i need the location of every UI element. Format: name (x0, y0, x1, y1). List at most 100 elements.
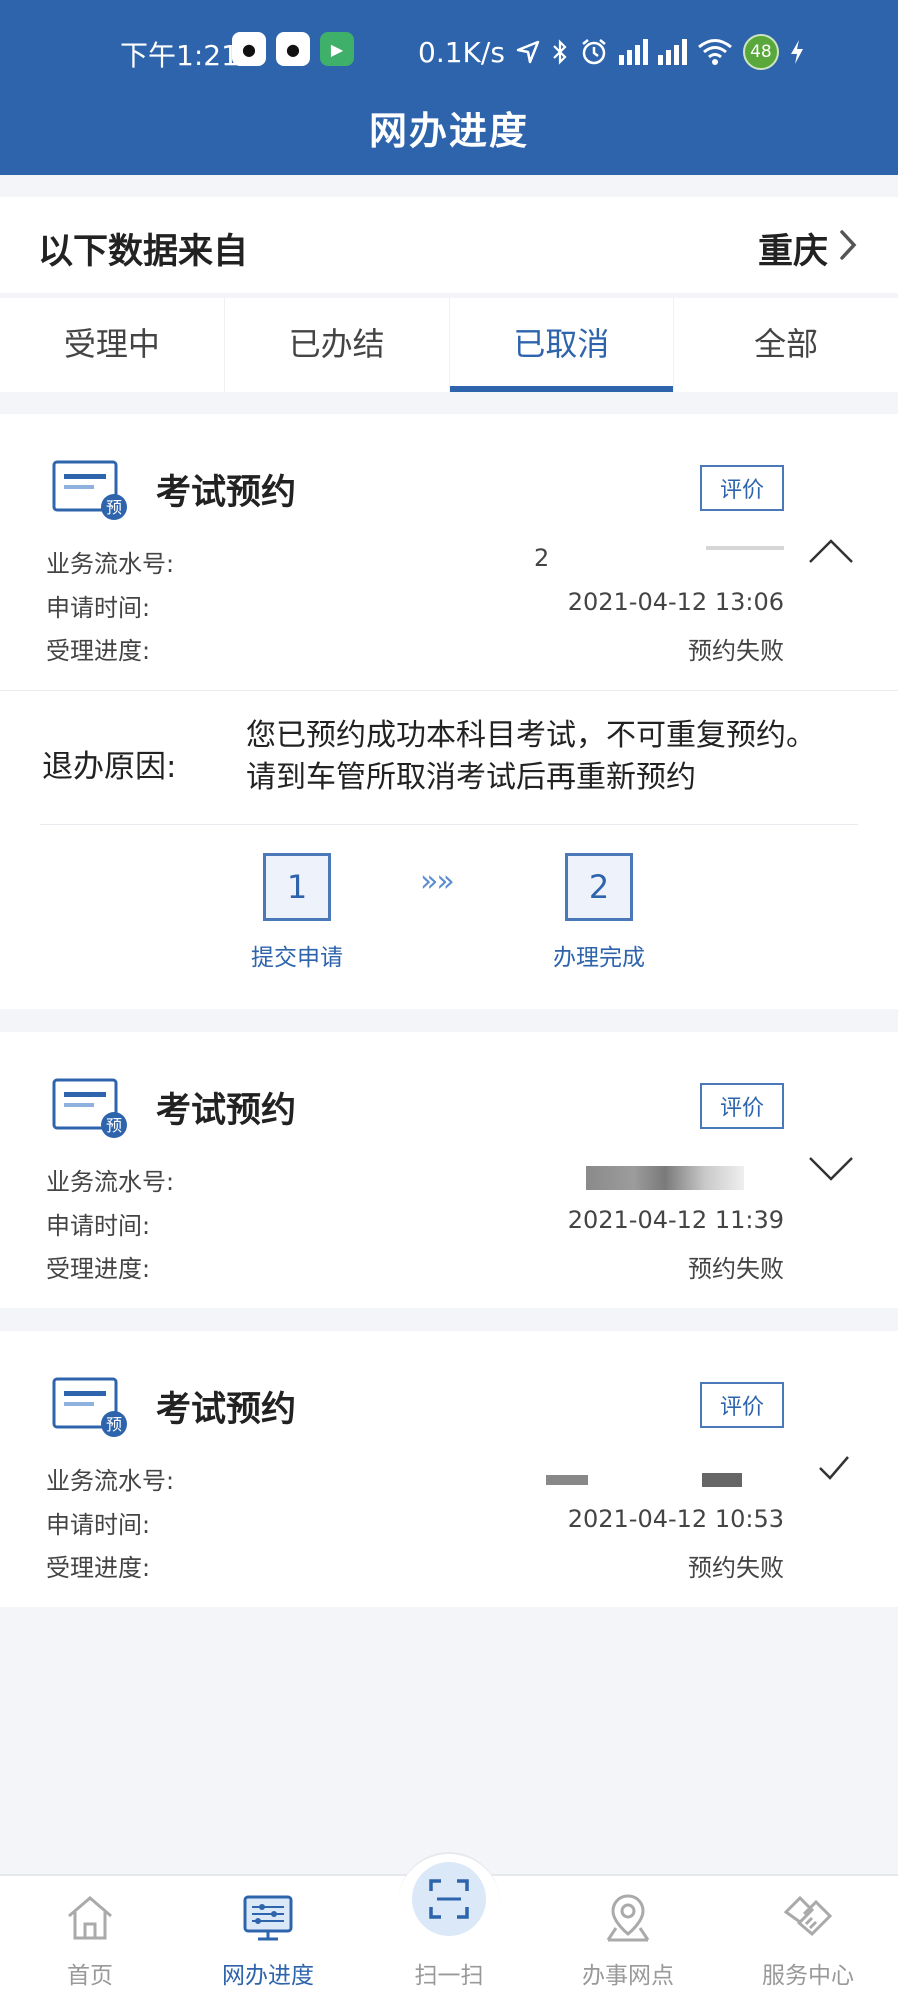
step-number: 1 (263, 853, 331, 921)
bluetooth-icon (553, 39, 567, 65)
reason-text: 您已预约成功本科目考试，不可重复预约。 请到车管所取消考试后再重新预约 (246, 715, 866, 799)
progress-value: 预约失败 (688, 1554, 784, 1582)
charging-icon (790, 40, 803, 64)
progress-label: 受理进度: (46, 1255, 151, 1283)
time-value: 2021-04-12 10:53 (567, 1505, 784, 1533)
booking-document-icon: 预 (52, 1078, 127, 1138)
progress-row: 受理进度: 预约失败 (46, 631, 784, 667)
chevron-right-icon (840, 230, 857, 260)
nav-service-center[interactable]: 服务中心 (738, 1876, 878, 1995)
nav-label: 扫一扫 (414, 1963, 484, 1989)
video-app-icon: ▶ (320, 32, 354, 66)
serial-label: 业务流水号: (46, 1467, 175, 1495)
serial-label: 业务流水号: (46, 1168, 175, 1196)
step-number: 2 (565, 853, 633, 921)
time-label: 申请时间: (46, 1511, 151, 1539)
time-value: 2021-04-12 11:39 (567, 1206, 784, 1234)
chevron-down-icon[interactable] (808, 1154, 854, 1184)
status-tabs: 受理中 已办结 已取消 全部 (0, 298, 898, 392)
tab-cancelled[interactable]: 已取消 (449, 298, 675, 392)
home-icon (68, 1896, 112, 1940)
monitor-icon (243, 1895, 293, 1941)
record-title: 考试预约 (156, 1091, 297, 1131)
rate-button[interactable]: 评价 (700, 465, 784, 511)
rate-button[interactable]: 评价 (700, 1382, 784, 1428)
step-label: 提交申请 (251, 945, 343, 971)
reason-line: 您已预约成功本科目考试，不可重复预约。 (246, 718, 816, 753)
nav-label: 首页 (67, 1963, 113, 1989)
progress-value: 预约失败 (688, 637, 784, 665)
time-row: 申请时间: 2021-04-12 10:53 (46, 1505, 784, 1541)
progress-label: 受理进度: (46, 1554, 151, 1582)
booking-badge: 预 (106, 1116, 122, 1135)
wifi-icon (697, 39, 732, 65)
status-bar: 下午1:21 ● ● ▶ 0.1K/s 48 (0, 28, 898, 72)
progress-label: 受理进度: (46, 637, 151, 665)
record-title: 考试预约 (156, 1390, 297, 1430)
alarm-icon (582, 39, 606, 65)
redacted-serial (546, 1475, 588, 1485)
booking-badge: 预 (106, 1415, 122, 1434)
serial-label: 业务流水号: (46, 550, 175, 578)
chevron-up-icon[interactable] (808, 536, 854, 566)
status-app-icons: ● ● ▶ (232, 32, 354, 66)
progress-value: 预约失败 (688, 1255, 784, 1283)
time-label: 申请时间: (46, 594, 151, 622)
nav-home[interactable]: 首页 (20, 1876, 160, 1995)
signal-icon (657, 39, 687, 65)
status-time: 下午1:21 (120, 39, 239, 72)
bottom-navigation: 首页 网办进度 扫一扫 办事网点 服务中心 (0, 1852, 898, 1995)
double-chevron-icon: »» (420, 864, 455, 899)
nav-label: 服务中心 (762, 1963, 854, 1989)
signal-icon (618, 39, 648, 65)
region-label: 以下数据来自 (38, 232, 249, 272)
reason-label: 退办原因: (42, 749, 177, 785)
page-title: 网办进度 (368, 109, 529, 153)
nav-scan[interactable]: 扫一扫 (379, 1876, 519, 1995)
nav-label: 办事网点 (582, 1963, 674, 1989)
nav-progress[interactable]: 网办进度 (198, 1876, 338, 1995)
region-selector[interactable]: 以下数据来自 重庆 (0, 197, 898, 293)
divider (40, 824, 858, 825)
app-header: 下午1:21 ● ● ▶ 0.1K/s 48 网办进度 (0, 0, 898, 175)
serial-row: 业务流水号: 2 (46, 544, 784, 580)
divider (0, 690, 898, 691)
status-indicators: 0.1K/s 48 (418, 34, 805, 70)
progress-row: 受理进度: 预约失败 (46, 1249, 784, 1285)
service-icon (783, 1895, 833, 1937)
serial-row: 业务流水号: (46, 1162, 784, 1198)
redacted-serial (702, 1473, 742, 1487)
serial-row: 业务流水号: (46, 1461, 784, 1497)
booking-document-icon: 预 (52, 1377, 127, 1437)
booking-document-icon: 预 (52, 460, 127, 520)
record-card: 预 考试预约 评价 业务流水号: 2 申请时间: 2021-04-12 13:0… (0, 414, 898, 1009)
battery-icon: 48 (742, 34, 779, 70)
net-speed: 0.1K/s (418, 35, 505, 69)
time-row: 申请时间: 2021-04-12 11:39 (46, 1206, 784, 1242)
tab-completed[interactable]: 已办结 (225, 298, 450, 392)
region-city[interactable]: 重庆 (758, 223, 828, 274)
time-label: 申请时间: (46, 1212, 151, 1240)
serial-value: 2 (534, 544, 550, 572)
record-title: 考试预约 (156, 473, 297, 513)
reason-line: 请到车管所取消考试后再重新预约 (246, 760, 696, 795)
redacted-serial (586, 1166, 744, 1190)
qq-icon: ● (232, 32, 266, 66)
time-value: 2021-04-12 13:06 (567, 588, 784, 616)
progress-row: 受理进度: 预约失败 (46, 1548, 784, 1584)
nav-label: 网办进度 (222, 1963, 314, 1989)
record-card: 预 考试预约 评价 业务流水号: 申请时间: 2021-04-12 10:53 … (0, 1331, 898, 1607)
location-pin-icon (606, 1894, 650, 1942)
time-row: 申请时间: 2021-04-12 13:06 (46, 588, 784, 624)
step-label: 办理完成 (553, 945, 645, 971)
location-arrow-icon (516, 40, 540, 64)
tab-in-progress[interactable]: 受理中 (0, 298, 225, 392)
rate-button[interactable]: 评价 (700, 1083, 784, 1129)
qq-icon: ● (276, 32, 310, 66)
nav-service-points[interactable]: 办事网点 (558, 1876, 698, 1995)
checkmark-icon[interactable] (808, 1453, 854, 1483)
tab-all[interactable]: 全部 (674, 298, 898, 392)
booking-badge: 预 (106, 498, 122, 517)
redacted-serial (706, 546, 784, 550)
record-card: 预 考试预约 评价 业务流水号: 申请时间: 2021-04-12 11:39 … (0, 1032, 898, 1308)
